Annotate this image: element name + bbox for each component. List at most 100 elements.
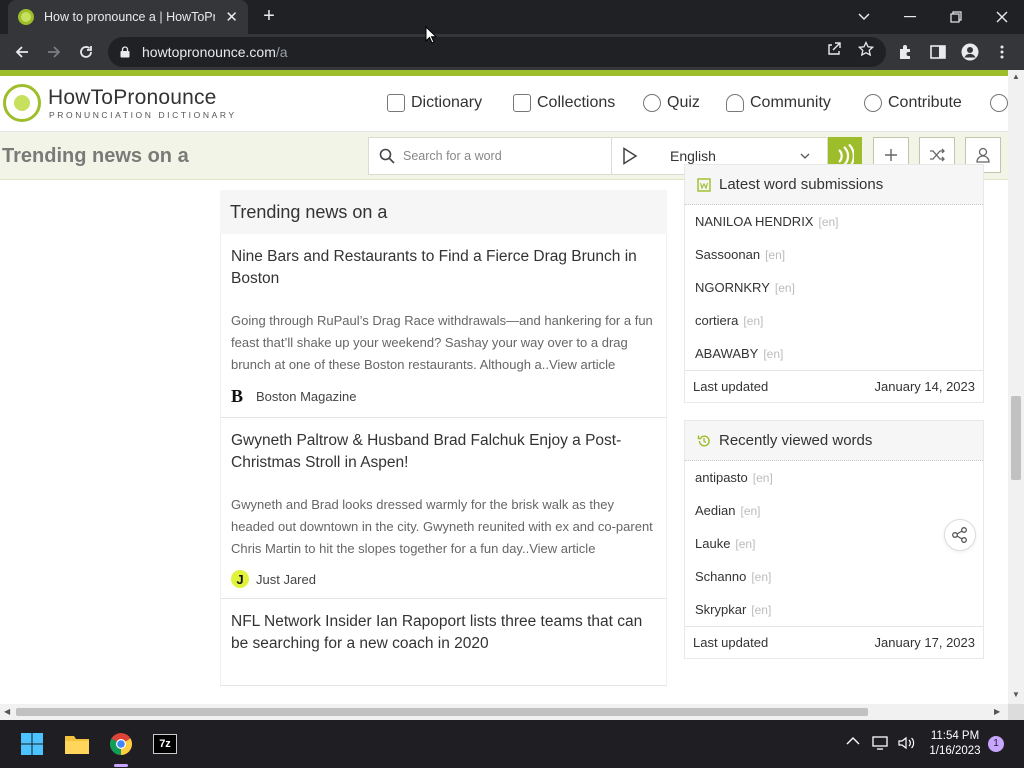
subbar-title: Trending news on a	[2, 145, 189, 167]
list-item[interactable]: ABAWABY [en]	[685, 337, 983, 370]
share-icon	[952, 527, 967, 543]
browser-tab-active[interactable]: How to pronounce a | HowToPronounce ✕	[8, 0, 248, 34]
news-article[interactable]: NFL Network Insider Ian Rapoport lists t…	[220, 599, 667, 686]
list-item[interactable]: antipasto [en]	[685, 461, 983, 494]
notification-badge[interactable]: 1	[988, 736, 1004, 752]
tab-search-chevron-icon[interactable]	[842, 0, 886, 34]
nav-dictionary-label: Dictionary	[411, 94, 483, 111]
scroll-right-arrow-icon[interactable]: ▶	[994, 707, 1000, 716]
nav-quiz[interactable]: Quiz	[643, 94, 700, 112]
vertical-scrollbar[interactable]: ▲ ▼	[1008, 70, 1024, 704]
latest-submissions-heading: Latest word submissions	[685, 165, 983, 205]
web-page: HowToPronounce PRONUNCIATION DICTIONARY …	[0, 70, 1008, 704]
system-clock[interactable]: 11:54 PM 1/16/2023	[925, 729, 985, 759]
news-article[interactable]: Nine Bars and Restaurants to Find a Fier…	[220, 234, 667, 418]
shuffle-icon	[930, 148, 945, 162]
address-bar[interactable]: howtopronounce.com/a	[108, 37, 886, 67]
list-item[interactable]: Schanno [en]	[685, 560, 983, 593]
trending-news-heading: Trending news on a	[220, 190, 667, 234]
howtopronounce-logo-icon[interactable]	[3, 84, 41, 122]
scroll-left-arrow-icon[interactable]: ◀	[4, 707, 10, 716]
nav-collections[interactable]: Collections	[513, 94, 615, 112]
reload-button[interactable]	[74, 40, 98, 64]
restore-button[interactable]	[934, 0, 978, 34]
browser-menu-icon[interactable]	[993, 43, 1011, 61]
nav-contribute[interactable]: Contribute	[864, 94, 962, 112]
article-source-name: Just Jared	[256, 571, 316, 587]
play-icon[interactable]	[622, 147, 638, 165]
list-item[interactable]: NANILOA HENDRIX [en]	[685, 205, 983, 238]
list-item[interactable]: cortiera [en]	[685, 304, 983, 337]
minimize-button[interactable]	[888, 0, 932, 34]
dictionary-icon	[387, 94, 405, 112]
logo-name[interactable]: HowToPronounce	[48, 86, 217, 110]
article-title[interactable]: Gwyneth Paltrow & Husband Brad Falchuk E…	[231, 430, 656, 474]
article-excerpt[interactable]: Gwyneth and Brad looks dressed warmly fo…	[231, 494, 656, 560]
site-header: HowToPronounce PRONUNCIATION DICTIONARY …	[0, 76, 1008, 132]
just-jared-logo-icon: J	[231, 570, 249, 588]
list-item[interactable]: Aedian [en]	[685, 494, 983, 527]
award-badge-icon	[990, 94, 1008, 112]
browser-tabstrip: How to pronounce a | HowToPronounce ✕ +	[0, 0, 1024, 34]
last-updated-date: January 14, 2023	[874, 379, 975, 394]
nav-collections-label: Collections	[537, 94, 616, 111]
horizontal-scroll-thumb[interactable]	[16, 708, 868, 716]
news-article[interactable]: Gwyneth Paltrow & Husband Brad Falchuk E…	[220, 418, 667, 599]
chrome-active-indicator	[114, 764, 128, 767]
network-icon[interactable]	[872, 736, 890, 750]
tray-chevron-up-icon[interactable]	[846, 737, 860, 745]
search-icon	[379, 148, 395, 164]
chrome-app[interactable]	[105, 728, 137, 760]
extensions-puzzle-icon[interactable]	[897, 43, 915, 61]
file-explorer-app[interactable]	[61, 728, 93, 760]
close-window-button[interactable]	[980, 0, 1024, 34]
trending-news-section: Trending news on a Nine Bars and Restaur…	[220, 190, 667, 686]
language-value: English	[670, 148, 716, 164]
clock-time: 11:54 PM	[930, 730, 980, 742]
mouse-cursor-icon	[425, 26, 437, 44]
scroll-down-arrow-icon[interactable]: ▼	[1012, 690, 1020, 699]
list-item[interactable]: Sassoonan [en]	[685, 238, 983, 271]
user-icon	[976, 147, 990, 163]
panel-footer: Last updated January 14, 2023	[685, 370, 983, 402]
back-button[interactable]	[10, 40, 34, 64]
plus-icon	[885, 149, 897, 161]
document-icon	[697, 177, 711, 192]
list-item[interactable]: Skrypkar [en]	[685, 593, 983, 626]
article-source: B Boston Magazine	[231, 386, 656, 407]
7zip-app[interactable]: 7z	[149, 728, 181, 760]
contribute-mic-icon	[864, 94, 882, 112]
list-item[interactable]: NGORNKRY [en]	[685, 271, 983, 304]
url-text[interactable]: howtopronounce.com/a	[142, 44, 288, 60]
last-updated-label: Last updated	[693, 379, 769, 394]
article-source-name: Boston Magazine	[256, 389, 357, 404]
history-icon	[697, 434, 711, 448]
share-button[interactable]	[944, 519, 976, 551]
scroll-up-arrow-icon[interactable]: ▲	[1012, 72, 1020, 81]
side-panel-icon[interactable]	[929, 43, 947, 61]
recently-viewed-panel: Recently viewed words antipasto [en] Aedi…	[684, 420, 984, 659]
nav-dictionary[interactable]: Dictionary	[387, 94, 482, 112]
site-favicon-icon	[18, 9, 34, 25]
article-excerpt[interactable]: Going through RuPaul’s Drag Race withdra…	[231, 310, 656, 376]
bookmark-star-icon[interactable]	[858, 41, 874, 57]
horizontal-scrollbar[interactable]: ◀ ▶	[0, 704, 1008, 720]
forward-button[interactable]	[42, 40, 66, 64]
nav-community[interactable]: Community	[726, 94, 831, 112]
search-input[interactable]	[403, 149, 603, 163]
volume-icon[interactable]	[898, 736, 916, 750]
share-page-icon[interactable]	[826, 41, 842, 57]
profile-avatar-icon[interactable]	[961, 43, 979, 61]
article-title[interactable]: Nine Bars and Restaurants to Find a Fier…	[231, 246, 656, 290]
start-button[interactable]	[16, 728, 48, 760]
new-tab-button[interactable]: +	[258, 6, 280, 28]
lock-icon[interactable]	[120, 46, 130, 58]
last-updated-label: Last updated	[693, 635, 769, 650]
vertical-scroll-thumb[interactable]	[1011, 396, 1021, 480]
nav-awards[interactable]	[990, 94, 1008, 112]
search-box[interactable]	[368, 137, 612, 175]
article-title[interactable]: NFL Network Insider Ian Rapoport lists t…	[231, 611, 656, 655]
boston-magazine-logo-icon: B	[231, 386, 244, 406]
close-tab-icon[interactable]: ✕	[225, 8, 238, 26]
list-item[interactable]: Lauke [en]	[685, 527, 983, 560]
